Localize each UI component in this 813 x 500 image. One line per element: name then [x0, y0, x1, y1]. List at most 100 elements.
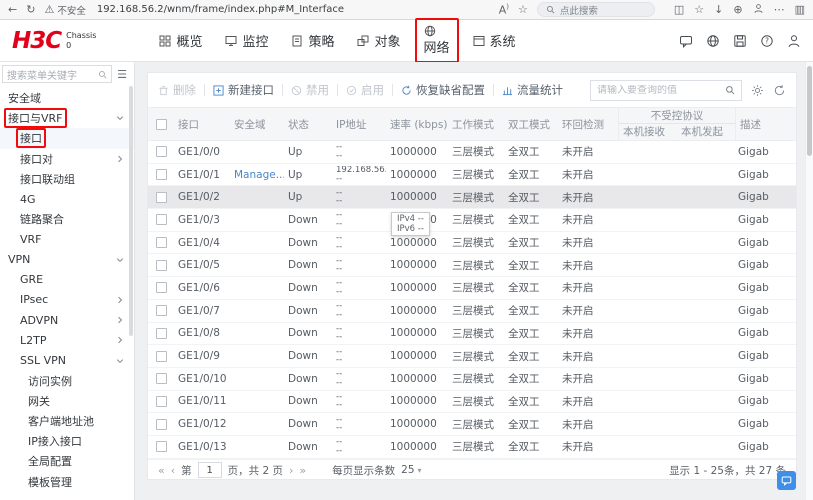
extensions-icon[interactable]: ⊕ — [733, 4, 742, 15]
col-header-send[interactable]: 本机发起 — [677, 124, 735, 139]
sidebar-search-input[interactable]: 搜索菜单关键字 — [2, 65, 112, 83]
table-row[interactable]: GE1/0/10Down----1000000三层模式全双工未开启Gigab — [148, 368, 796, 391]
sidebar-item[interactable]: 接口联动组 — [0, 169, 134, 189]
toolbar-button-plus[interactable]: 新建接口 — [213, 82, 274, 98]
checkbox-icon[interactable] — [156, 146, 167, 157]
per-page-select[interactable]: 25 ▾ — [401, 464, 421, 476]
chat-icon[interactable] — [679, 34, 693, 48]
sidebar-item[interactable]: GRE — [0, 270, 134, 290]
page-scrollbar[interactable] — [805, 62, 813, 500]
toolbar-button-restore[interactable]: 恢复缺省配置 — [401, 82, 485, 98]
checkbox-icon[interactable] — [156, 396, 167, 407]
favorites-bar-icon[interactable]: ☆ — [694, 4, 704, 15]
search-icon[interactable] — [725, 85, 735, 95]
table-row[interactable]: GE1/0/2Up----1000000三层模式全双工未开启Gigab — [148, 186, 796, 209]
col-header-desc[interactable]: 描述 — [736, 108, 796, 140]
table-row[interactable]: GE1/0/4Down----1000000三层模式全双工未开启Gigab — [148, 232, 796, 255]
language-globe-icon[interactable] — [706, 34, 720, 48]
col-header-recv[interactable]: 本机接收 — [619, 124, 677, 139]
col-header-zone[interactable]: 安全域 — [230, 108, 284, 140]
browser-search-box[interactable]: 点此搜索 — [537, 2, 655, 17]
col-header-loopback[interactable]: 环回检测 — [558, 108, 618, 140]
sidebar-scrollbar[interactable] — [129, 86, 133, 336]
chat-fab-button[interactable] — [777, 471, 796, 490]
col-header-mode[interactable]: 工作模式 — [448, 108, 504, 140]
col-header-status[interactable]: 状态 — [284, 108, 332, 140]
checkbox-icon[interactable] — [156, 237, 167, 248]
checkbox-icon[interactable] — [156, 214, 167, 225]
sidebar-panel-icon[interactable]: ▥ — [795, 4, 805, 15]
sidebar-item[interactable]: 安全域 — [0, 88, 134, 108]
table-row[interactable]: GE1/0/3Down----1000000三层模式全双工未开启Gigab — [148, 209, 796, 232]
first-page-icon[interactable]: « — [158, 465, 165, 476]
sidebar-item[interactable]: 接口与VRF — [0, 108, 134, 128]
nav-item-network[interactable]: 网络 — [419, 20, 455, 61]
checkbox-icon[interactable] — [156, 305, 167, 316]
col-header-ip[interactable]: IP地址 — [332, 108, 386, 140]
toolbar-button-stats[interactable]: 流量统计 — [502, 82, 563, 98]
refresh-icon[interactable] — [773, 84, 786, 97]
read-aloud-icon[interactable]: A) — [499, 4, 509, 16]
toolbar-button-enable[interactable]: 启用 — [346, 82, 384, 98]
site-security-chip[interactable]: ⚠ 不安全 — [44, 3, 85, 17]
nav-item-policy[interactable]: 策略 — [286, 26, 339, 55]
checkbox-icon[interactable] — [156, 328, 167, 339]
nav-item-overview[interactable]: 概览 — [154, 26, 207, 55]
sidebar-item[interactable]: 模板管理 — [0, 472, 134, 492]
help-icon[interactable]: ? — [760, 34, 774, 48]
more-menu-icon[interactable]: ⋯ — [774, 4, 785, 15]
sidebar-item[interactable]: ADVPN — [0, 310, 134, 330]
page-scrollbar-thumb[interactable] — [807, 66, 812, 156]
sidebar-item[interactable]: 接口 — [0, 128, 134, 148]
table-row[interactable]: GE1/0/11Down----1000000三层模式全双工未开启Gigab — [148, 391, 796, 414]
toolbar-button-ban[interactable]: 禁用 — [291, 82, 329, 98]
favorite-star-icon[interactable]: ☆ — [518, 4, 528, 15]
toolbar-button-trash[interactable]: 删除 — [158, 82, 196, 98]
checkbox-icon[interactable] — [156, 441, 167, 452]
table-row[interactable]: GE1/0/1Manage...Up192.168.56.2,--1000000… — [148, 164, 796, 187]
sidebar-item[interactable]: 网关 — [0, 391, 134, 411]
split-screen-icon[interactable]: ◫ — [674, 4, 684, 15]
sidebar-item[interactable]: 4G — [0, 189, 134, 209]
save-icon[interactable] — [733, 34, 747, 48]
sidebar-item[interactable]: L2TP — [0, 330, 134, 350]
page-number-input[interactable] — [198, 462, 222, 478]
checkbox-icon[interactable] — [156, 260, 167, 271]
downloads-icon[interactable]: ↓ — [714, 4, 723, 15]
profile-icon[interactable] — [753, 3, 764, 16]
col-header-interface[interactable]: 接口 — [174, 108, 230, 140]
col-header-rate[interactable]: 速率 (kbps) — [386, 108, 448, 140]
table-row[interactable]: GE1/0/8Down----1000000三层模式全双工未开启Gigab — [148, 323, 796, 346]
table-row[interactable]: GE1/0/7Down----1000000三层模式全双工未开启Gigab — [148, 300, 796, 323]
col-header-duplex[interactable]: 双工模式 — [504, 108, 558, 140]
nav-item-monitor[interactable]: 监控 — [220, 26, 273, 55]
nav-item-system[interactable]: 系统 — [468, 26, 521, 55]
user-icon[interactable] — [787, 34, 801, 48]
checkbox-icon[interactable] — [156, 192, 167, 203]
sidebar-item[interactable]: 链路聚合 — [0, 209, 134, 229]
nav-item-objects[interactable]: 对象 — [352, 26, 405, 55]
sidebar-item[interactable]: IPsec — [0, 290, 134, 310]
prev-page-icon[interactable]: ‹ — [171, 465, 175, 476]
cell-zone[interactable]: Manage... — [230, 169, 284, 181]
table-row[interactable]: GE1/0/6Down----1000000三层模式全双工未开启Gigab — [148, 277, 796, 300]
sidebar-item[interactable]: SSL VPN — [0, 350, 134, 370]
sidebar-item[interactable]: 全局配置 — [0, 451, 134, 471]
sidebar-item[interactable]: 接口对 — [0, 149, 134, 169]
back-icon[interactable]: ← — [8, 4, 17, 15]
sidebar-item[interactable]: IP接入接口 — [0, 431, 134, 451]
sidebar-item[interactable]: 客户端地址池 — [0, 411, 134, 431]
table-row[interactable]: GE1/0/13Down----1000000三层模式全双工未开启Gigab — [148, 436, 796, 459]
sidebar-item[interactable]: VRF — [0, 229, 134, 249]
checkbox-icon[interactable] — [156, 282, 167, 293]
select-all-checkbox[interactable] — [156, 119, 167, 130]
sidebar-item[interactable]: VPN — [0, 250, 134, 270]
menu-collapse-icon[interactable]: ☰ — [112, 68, 132, 81]
table-search-input[interactable] — [597, 85, 721, 96]
checkbox-icon[interactable] — [156, 351, 167, 362]
checkbox-icon[interactable] — [156, 419, 167, 430]
checkbox-icon[interactable] — [156, 169, 167, 180]
checkbox-icon[interactable] — [156, 373, 167, 384]
address-bar[interactable]: 192.168.56.2/wnm/frame/index.php#M_Inter… — [97, 4, 344, 15]
table-row[interactable]: GE1/0/12Down----1000000三层模式全双工未开启Gigab — [148, 413, 796, 436]
